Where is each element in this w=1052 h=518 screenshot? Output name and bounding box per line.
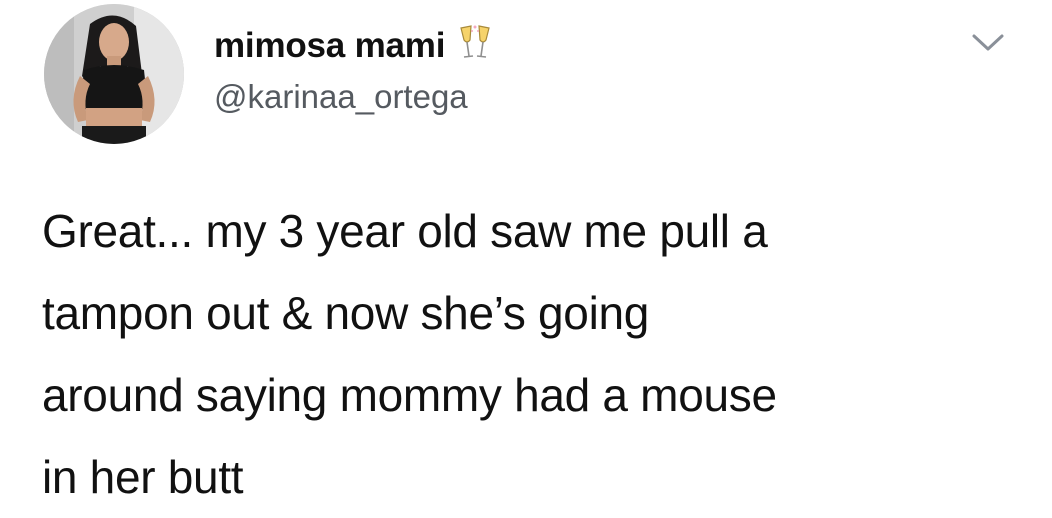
tweet-text-line: tampon out & now she’s going <box>42 287 650 339</box>
tweet-text: Great... my 3 year old saw me pull a tam… <box>42 190 1032 518</box>
tweet-text-line: around saying mommy had a mouse <box>42 369 777 421</box>
tweet-text-line: in her butt <box>42 451 244 503</box>
chevron-down-icon[interactable] <box>968 28 1008 56</box>
profile-photo <box>44 4 184 144</box>
author-name-row[interactable]: mimosa mami <box>214 24 493 68</box>
clinking-glasses-icon <box>457 24 493 69</box>
avatar[interactable] <box>44 4 184 144</box>
tweet-text-line: Great... my 3 year old saw me pull a <box>42 205 768 257</box>
author-handle[interactable]: @karinaa_ortega <box>214 78 468 116</box>
display-name[interactable]: mimosa mami <box>214 26 445 66</box>
tweet-card: mimosa mami @karinaa_ortega Great... my … <box>0 0 1052 518</box>
